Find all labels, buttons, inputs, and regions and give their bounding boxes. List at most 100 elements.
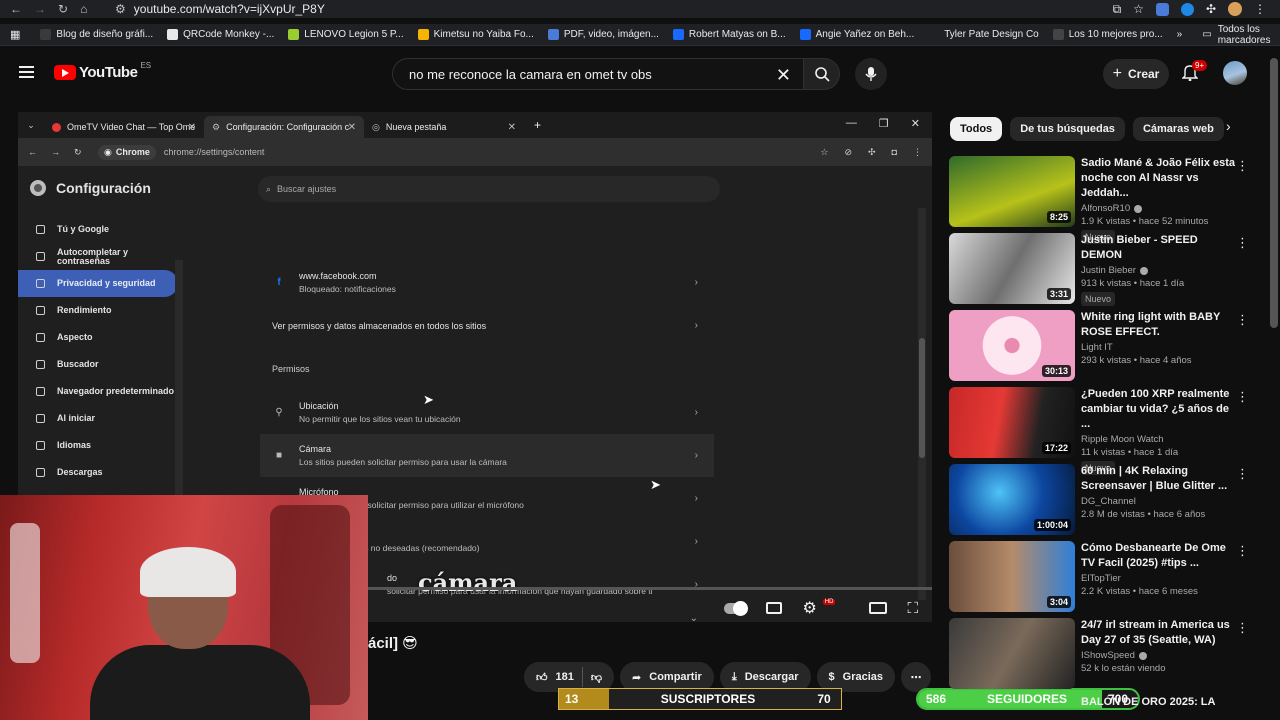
recommended-video[interactable]: BALÓN DE ORO 2025: LA [949, 695, 1259, 709]
inner-address-bar: ← → ↻ ◉ Chrome chrome://settings/content … [18, 138, 932, 166]
forward-icon[interactable]: → [34, 2, 46, 16]
video-meta: 1.9 K vistas • hace 52 minutos [1081, 216, 1209, 227]
site-info-icon[interactable]: ⚙ [115, 2, 126, 16]
video-title[interactable]: 24/7 irl stream in America us Day 27 of … [1081, 618, 1239, 648]
channel-name[interactable]: AlfonsoR10 [1081, 203, 1130, 214]
thumbs-down-icon[interactable]: 👎︎ [591, 671, 602, 684]
settings-nav-icon [36, 360, 45, 369]
person-body [90, 645, 310, 720]
more-vertical-icon[interactable]: ⋮ [1236, 312, 1249, 328]
hamburger-menu-icon[interactable] [19, 66, 34, 78]
autoplay-toggle[interactable] [724, 600, 749, 616]
settings-gear-icon[interactable]: ⚙ [802, 598, 816, 618]
more-vertical-icon[interactable]: ⋮ [1236, 158, 1249, 174]
like-count[interactable]: 181 [556, 671, 574, 683]
more-vertical-icon[interactable]: ⋮ [1236, 620, 1249, 636]
bookmark-item[interactable]: Los 10 mejores pro... [1052, 29, 1163, 40]
video-thumbnail[interactable]: 17:22 [949, 387, 1075, 458]
recommended-video[interactable]: 17:22 ¿Pueden 100 XRP realmente cambiar t… [949, 387, 1259, 475]
bookmark-item[interactable]: Kimetsu no Yaiba Fo... [417, 29, 534, 40]
channel-name[interactable]: Justin Bieber [1081, 265, 1136, 276]
recommended-video[interactable]: 1:00:04 60 min | 4K Relaxing Screensaver … [949, 464, 1259, 541]
fullscreen-icon[interactable]: ⛶ [907, 600, 918, 617]
bookmark-item[interactable]: Blog de diseño gráfi... [40, 29, 153, 40]
video-thumbnail[interactable]: 30:13 [949, 310, 1075, 381]
search-input[interactable]: no me reconoce la camara en omet tv obs … [392, 58, 804, 90]
facebook-icon: f [277, 277, 281, 288]
menu-dots-icon[interactable]: ⋮ [1254, 2, 1266, 16]
filter-chip[interactable]: Todos [950, 117, 1003, 141]
recommended-video[interactable]: 3:04 Cómo Desbanearte De Ome TV Facil (20… [949, 541, 1259, 618]
ext-icon[interactable] [1180, 2, 1194, 16]
channel-name[interactable]: IShowSpeed [1081, 650, 1135, 661]
subtitles-icon[interactable] [766, 602, 783, 614]
filter-chip[interactable]: Cámaras web [1132, 117, 1224, 141]
apps-grid-icon[interactable]: ▦ [10, 28, 20, 41]
more-vertical-icon[interactable]: ⋮ [1236, 389, 1249, 405]
chevron-right-icon[interactable]: › [1226, 118, 1231, 134]
bookmark-item[interactable]: Angie Yañez on Beh... [799, 29, 914, 40]
account-avatar[interactable] [1223, 61, 1247, 85]
settings-scrollbar [918, 208, 926, 600]
address-bar[interactable]: ⚙ youtube.com/watch?v=ijXvpUr_P8Y [115, 2, 1113, 16]
recommended-video[interactable]: 3:31 Justin Bieber - SPEED DEMON Justin Bi… [949, 233, 1259, 310]
all-bookmarks[interactable]: Todos los marcadores [1218, 24, 1271, 46]
voice-search-button[interactable] [855, 58, 887, 90]
page-scrollbar[interactable] [1270, 58, 1278, 328]
bookmark-item[interactable]: Robert Matyas on B... [672, 29, 786, 40]
filter-chip[interactable]: De tus búsquedas [1010, 117, 1125, 141]
channel-name[interactable]: Light IT [1081, 342, 1113, 353]
verified-icon [1134, 204, 1143, 213]
video-title[interactable]: White ring light with BABY ROSE EFFECT. [1081, 310, 1239, 340]
youtube-logo[interactable]: YouTube ES [54, 61, 151, 81]
video-thumbnail[interactable]: 3:04 [949, 541, 1075, 612]
video-title[interactable]: Sadio Mané & João Félix esta noche con A… [1081, 156, 1239, 201]
chevron-right-icon[interactable]: » [1177, 29, 1183, 40]
more-vertical-icon[interactable]: ⋮ [1236, 235, 1249, 251]
more-vertical-icon[interactable]: ⋮ [1236, 466, 1249, 482]
channel-name[interactable]: DG_Channel [1081, 496, 1136, 507]
profile-avatar[interactable] [1228, 2, 1242, 16]
recommended-video[interactable]: 8:25 Sadio Mané & João Félix esta noche c… [949, 156, 1259, 244]
translate-ext-icon[interactable] [1155, 2, 1169, 16]
location-pin-icon: ⚲ [275, 407, 283, 418]
video-meta: 913 k vistas • hace 1 día [1081, 278, 1185, 289]
more-vertical-icon[interactable]: ⋮ [1236, 543, 1249, 559]
video-title[interactable]: Justin Bieber - SPEED DEMON [1081, 233, 1239, 263]
home-icon[interactable]: ⌂ [80, 2, 87, 16]
video-duration: 1:00:04 [1033, 519, 1071, 531]
video-duration: 8:25 [1046, 211, 1071, 223]
search-button[interactable] [804, 58, 840, 90]
video-title[interactable]: ¿Pueden 100 XRP realmente cambiar tu vid… [1081, 387, 1239, 432]
video-title[interactable]: BALÓN DE ORO 2025: LA [1081, 695, 1239, 710]
bookmark-item[interactable]: PDF, video, imágen... [547, 29, 659, 40]
reload-icon[interactable]: ↻ [58, 2, 68, 16]
video-title[interactable]: 60 min | 4K Relaxing Screensaver | Blue … [1081, 464, 1239, 494]
notifications-button[interactable]: 9+ [1181, 60, 1208, 86]
youtube-header: YouTube ES no me reconoce la camara en o… [0, 52, 1280, 94]
settings-nav-item: Privacidad y seguridad [18, 270, 178, 297]
video-title[interactable]: Cómo Desbanearte De Ome TV Facil (2025) … [1081, 541, 1239, 571]
create-button[interactable]: + Crear [1103, 59, 1169, 89]
bookmark-item[interactable]: QRCode Monkey -... [167, 29, 274, 40]
puzzle-icon[interactable]: ✣ [1206, 2, 1216, 16]
reload-icon: ↻ [74, 146, 82, 157]
recommended-video[interactable]: 30:13 White ring light with BABY ROSE EFF… [949, 310, 1259, 387]
recommended-video[interactable]: 24/7 irl stream in America us Day 27 of … [949, 618, 1259, 695]
thumbs-up-icon[interactable]: 👍︎ [536, 671, 548, 684]
video-thumbnail[interactable]: 1:00:04 [949, 464, 1075, 535]
video-thumbnail[interactable]: 8:25 [949, 156, 1075, 227]
back-icon[interactable]: ← [10, 2, 22, 16]
install-icon[interactable]: ⧉ [1113, 2, 1122, 17]
bookmark-item[interactable]: LENOVO Legion 5 P... [288, 29, 404, 40]
settings-nav-item: Buscador [18, 351, 178, 378]
chevron-right-icon: › [694, 320, 698, 331]
theater-mode-icon[interactable] [869, 602, 888, 614]
star-icon[interactable]: ☆ [1133, 2, 1144, 16]
bookmark-item[interactable]: Tyler Pate Design Co [928, 29, 1039, 40]
channel-name[interactable]: Ripple Moon Watch [1081, 434, 1164, 445]
video-thumbnail[interactable]: 3:31 [949, 233, 1075, 304]
clear-search-icon[interactable]: ✕ [776, 65, 791, 86]
channel-name[interactable]: ElTopTier [1081, 573, 1121, 584]
video-thumbnail[interactable] [949, 618, 1075, 689]
